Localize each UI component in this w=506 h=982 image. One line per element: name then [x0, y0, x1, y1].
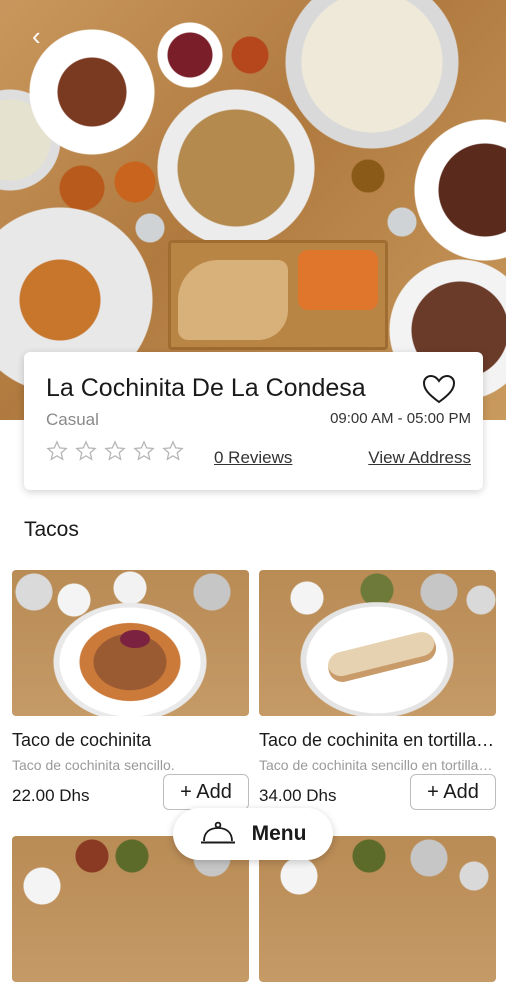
dish-photo	[12, 570, 249, 716]
menu-label: Menu	[251, 822, 307, 845]
add-button[interactable]: + Add	[163, 774, 249, 810]
rating-stars	[46, 440, 184, 462]
dish-price: 34.00 Dhs	[259, 786, 337, 805]
star-outline-icon	[133, 440, 155, 461]
star-outline-icon	[104, 440, 126, 461]
star-outline-icon	[162, 440, 184, 461]
dish-description: Taco de cochinita sencillo en tortilla d…	[259, 757, 496, 773]
dish-photo	[259, 570, 496, 716]
food-board	[168, 240, 388, 350]
dish-price: 22.00 Dhs	[12, 786, 90, 805]
view-address-link[interactable]: View Address	[368, 448, 471, 468]
reviews-link[interactable]: 0 Reviews	[214, 448, 292, 468]
add-button[interactable]: + Add	[410, 774, 496, 810]
star-outline-icon	[75, 440, 97, 461]
category-title: Tacos	[24, 518, 79, 541]
restaurant-info-card: La Cochinita De La Condesa Casual 09:00 …	[24, 352, 483, 490]
arrow-left-icon[interactable]: ‹	[32, 23, 48, 49]
restaurant-name: La Cochinita De La Condesa	[46, 374, 366, 402]
dish-card[interactable]: Taco de cochinita Taco de cochinita senc…	[12, 570, 249, 810]
restaurant-category: Casual	[46, 410, 99, 429]
opening-hours: 09:00 AM - 05:00 PM	[330, 410, 471, 427]
cloche-icon	[200, 821, 235, 844]
menu-button[interactable]: Menu	[173, 808, 333, 860]
dish-card[interactable]: Taco de cochinita en tortilla de harina …	[259, 570, 496, 810]
heart-outline-icon[interactable]	[422, 374, 456, 404]
dish-name: Taco de cochinita	[12, 730, 152, 750]
dish-name: Taco de cochinita en tortilla de harina	[259, 730, 496, 750]
star-outline-icon	[46, 440, 68, 461]
dish-description: Taco de cochinita sencillo.	[12, 757, 175, 773]
